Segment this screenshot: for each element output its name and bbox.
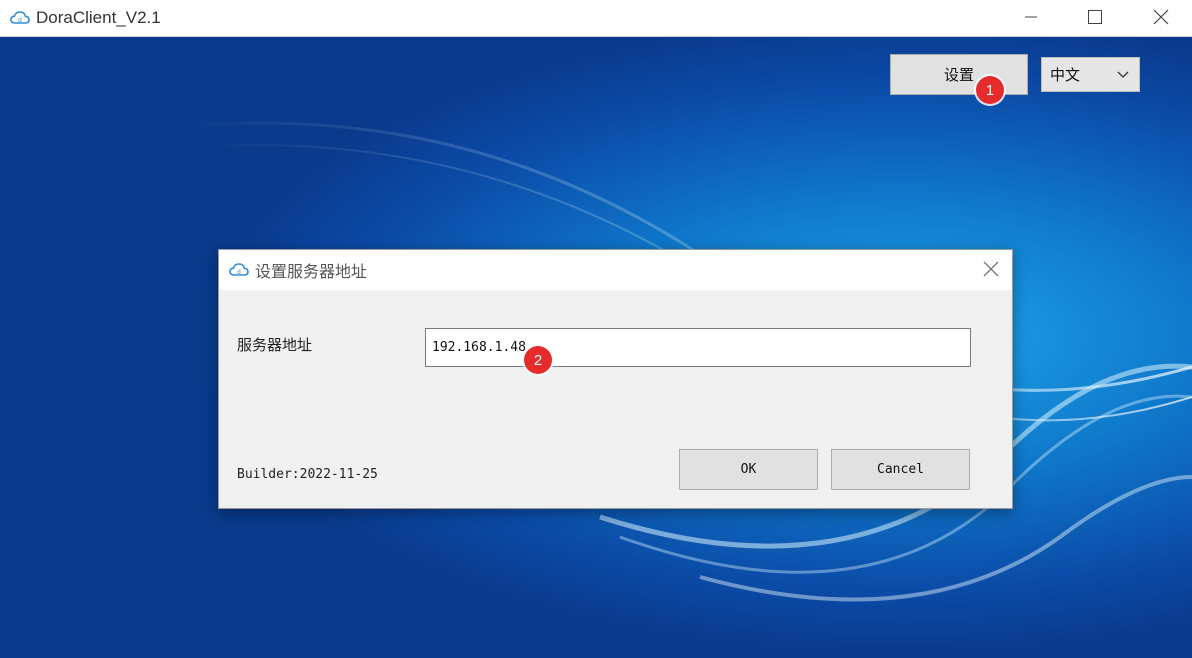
dialog-title: 设置服务器地址 <box>255 262 368 281</box>
language-select-value: 中文 <box>1050 66 1081 84</box>
maximize-icon <box>1088 10 1102 24</box>
close-icon <box>1153 9 1169 25</box>
cancel-button[interactable]: Cancel <box>831 449 970 490</box>
svg-text:d: d <box>237 269 241 276</box>
server-address-label: 服务器地址 <box>237 336 313 354</box>
svg-text:d: d <box>18 17 22 24</box>
window-title: DoraClient_V2.1 <box>36 8 161 27</box>
cloud-icon: d <box>229 263 249 276</box>
window-titlebar: d DoraClient_V2.1 <box>0 0 1192 37</box>
server-address-input[interactable] <box>425 328 971 367</box>
language-select[interactable]: 中文 <box>1041 57 1140 92</box>
close-icon[interactable] <box>982 260 1000 278</box>
cloud-icon: d <box>10 11 30 24</box>
chevron-down-icon <box>1117 71 1129 78</box>
step-marker-2: 2 <box>524 346 552 374</box>
close-button[interactable] <box>1138 0 1184 34</box>
settings-button[interactable]: 设置 <box>890 54 1028 95</box>
step-marker-1: 1 <box>976 76 1004 104</box>
minimize-icon <box>1025 16 1037 18</box>
ok-button[interactable]: OK <box>679 449 818 490</box>
dialog-titlebar: d 设置服务器地址 <box>219 250 1012 290</box>
server-address-dialog: d 设置服务器地址 服务器地址 Builder:2022-11-25 OK Ca… <box>218 249 1013 509</box>
build-date-text: Builder:2022-11-25 <box>237 467 378 482</box>
minimize-button[interactable] <box>1008 0 1054 34</box>
maximize-button[interactable] <box>1072 0 1118 34</box>
